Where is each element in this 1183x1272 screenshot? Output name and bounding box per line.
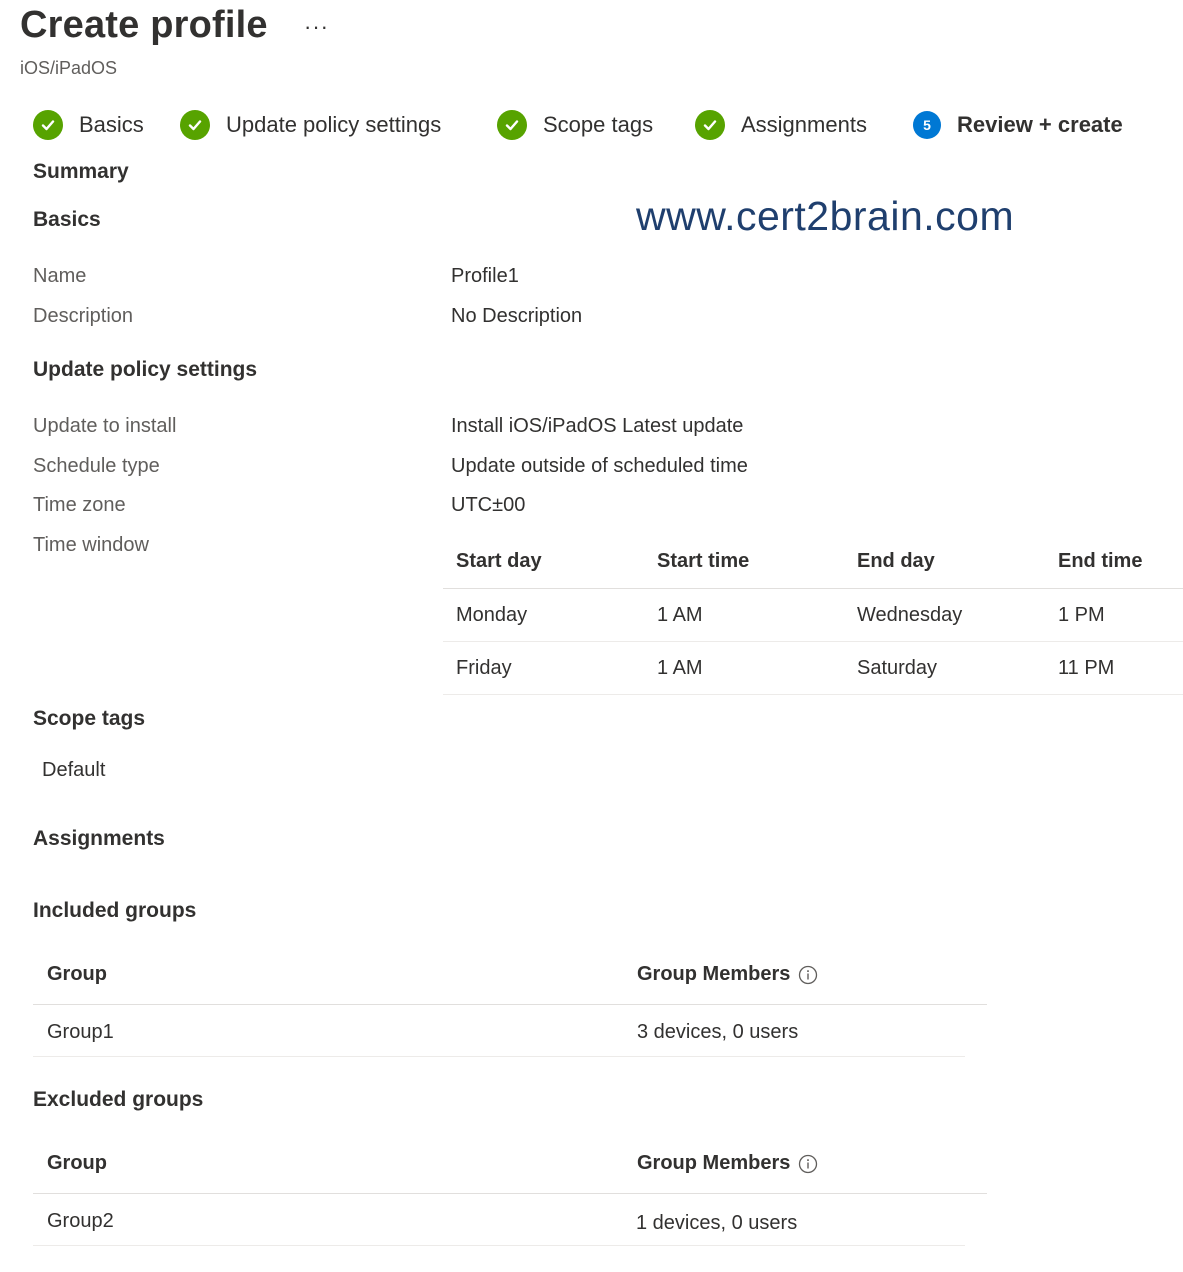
divider xyxy=(33,1004,987,1005)
name-label: Name xyxy=(33,265,87,287)
info-icon[interactable] xyxy=(798,1154,818,1174)
page-subtitle: iOS/iPadOS xyxy=(20,58,118,78)
group-name: Group2 xyxy=(47,1210,114,1232)
watermark: www.cert2brain.com xyxy=(636,193,1015,239)
table-cell: Wednesday xyxy=(857,603,963,626)
table-row: Friday 1 AM Saturday 11 PM xyxy=(443,642,1183,695)
column-header-label: Group Members xyxy=(637,1152,791,1174)
table-cell: 1 PM xyxy=(1058,603,1105,626)
table-cell: Saturday xyxy=(857,656,938,679)
time-window-table: Start day Start time End day End time Mo… xyxy=(443,535,1183,695)
divider xyxy=(33,1193,987,1194)
summary-heading: Summary xyxy=(33,160,129,183)
scope-tags-heading: Scope tags xyxy=(33,707,146,730)
column-header-end-time: End time xyxy=(1058,550,1143,572)
table-row: Monday 1 AM Wednesday 1 PM xyxy=(443,589,1183,642)
step-label: Review + create xyxy=(957,112,1123,137)
excluded-groups-heading: Excluded groups xyxy=(33,1088,204,1111)
step-update-policy-settings[interactable]: Update policy settings xyxy=(180,106,441,144)
column-header-label: Group Members xyxy=(637,963,791,985)
update-policy-heading: Update policy settings xyxy=(33,358,258,381)
update-to-install-label: Update to install xyxy=(33,415,177,437)
step-review-create[interactable]: 5 Review + create xyxy=(913,106,1123,144)
time-window-label: Time window xyxy=(33,534,149,556)
column-header-start-day: Start day xyxy=(456,550,542,572)
step-number-badge: 5 xyxy=(913,111,941,139)
step-basics[interactable]: Basics xyxy=(33,106,144,144)
group-members-count: 1 devices, 0 users xyxy=(636,1212,798,1234)
schedule-type-value: Update outside of scheduled time xyxy=(451,455,748,477)
step-label: Update policy settings xyxy=(226,112,442,137)
table-cell: Friday xyxy=(456,656,512,679)
column-header-start-time: Start time xyxy=(657,550,750,572)
checkmark-icon xyxy=(33,110,63,140)
scope-tag-value: Default xyxy=(42,759,106,781)
table-header-row: Start day Start time End day End time xyxy=(443,535,1183,589)
table-cell: Monday xyxy=(456,603,528,626)
description-label: Description xyxy=(33,305,134,327)
step-label: Assignments xyxy=(741,112,867,137)
schedule-type-label: Schedule type xyxy=(33,455,160,477)
update-to-install-value: Install iOS/iPadOS Latest update xyxy=(451,415,744,437)
column-header-end-day: End day xyxy=(857,550,935,572)
step-label: Basics xyxy=(79,112,144,137)
step-label: Scope tags xyxy=(543,112,654,137)
included-groups-heading: Included groups xyxy=(33,899,197,922)
info-icon[interactable] xyxy=(798,965,818,985)
column-header-group-members: Group Members xyxy=(637,963,818,986)
divider xyxy=(33,1245,965,1246)
assignments-heading: Assignments xyxy=(33,827,165,850)
time-zone-value: UTC±00 xyxy=(451,494,526,516)
divider xyxy=(33,1056,965,1057)
checkmark-icon xyxy=(695,110,725,140)
table-cell: 1 AM xyxy=(657,603,703,626)
column-header-group-members: Group Members xyxy=(637,1152,818,1175)
table-cell: 11 PM xyxy=(1058,656,1115,679)
table-cell: 1 AM xyxy=(657,656,703,679)
page-title: Create profile xyxy=(20,4,268,46)
group-members-count: 3 devices, 0 users xyxy=(637,1021,799,1043)
column-header-group: Group xyxy=(47,963,107,985)
column-header-group: Group xyxy=(47,1152,107,1174)
name-value: Profile1 xyxy=(451,265,519,287)
basics-heading: Basics xyxy=(33,208,101,231)
group-name: Group1 xyxy=(47,1021,114,1043)
more-options-button[interactable]: ··· xyxy=(304,14,329,40)
checkmark-icon xyxy=(497,110,527,140)
description-value: No Description xyxy=(451,305,583,327)
step-assignments[interactable]: Assignments xyxy=(695,106,867,144)
checkmark-icon xyxy=(180,110,210,140)
time-zone-label: Time zone xyxy=(33,494,126,516)
step-scope-tags[interactable]: Scope tags xyxy=(497,106,653,144)
